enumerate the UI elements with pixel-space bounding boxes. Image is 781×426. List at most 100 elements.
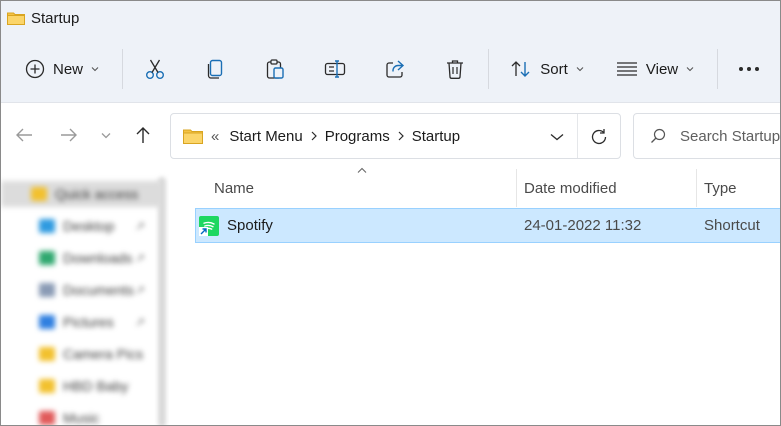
nav-item-icon [39,411,55,425]
new-label: New [52,60,83,78]
nav-item-label: Quick access [55,186,139,202]
more-options-button[interactable] [729,35,769,103]
arrow-right-icon [61,128,77,142]
folder-icon [7,12,25,25]
navigation-pane-scrollbar[interactable] [158,177,166,425]
back-button[interactable] [10,121,38,149]
toolbar-separator [717,49,718,89]
nav-item-label: Downloads [63,250,133,266]
view-icon [616,62,637,76]
nav-item-label: Camera Pics [63,346,144,362]
nav-item[interactable]: Downloads ↗ [1,245,161,271]
chevron-down-icon [550,134,564,141]
sort-label: Sort [540,60,568,78]
column-header-date-modified[interactable]: Date modified [524,171,617,205]
search-icon [651,128,666,143]
nav-item-label: Music [63,410,100,426]
forward-button[interactable] [55,121,83,149]
refresh-button[interactable] [588,126,610,148]
cut-button[interactable] [135,35,175,103]
sort-ascending-icon [357,167,367,173]
view-label: View [645,60,679,78]
file-type: Shortcut [704,217,760,234]
nav-item-icon [39,347,55,361]
arrow-left-icon [16,128,32,142]
address-divider [577,114,578,158]
sort-button[interactable]: Sort [501,35,593,103]
sort-icon [511,61,530,77]
file-row-spotify[interactable]: Spotify 24-01-2022 11:32 Shortcut [195,208,780,243]
rename-button[interactable] [315,35,355,103]
chevron-down-icon [101,132,111,138]
file-list: Name Date modified Type Spotify 24-01-20… [171,167,780,425]
nav-item-icon [39,379,55,393]
nav-item[interactable]: Desktop ↗ [1,213,161,239]
arrow-up-icon [136,127,150,143]
nav-item-label: HBD Baby [63,378,129,394]
refresh-icon [591,129,607,145]
navigation-pane: Quick access Desktop ↗ Downloads ↗ Documents ↗… [1,167,169,426]
nav-item-label: Desktop [63,218,115,234]
chevron-right-icon[interactable] [311,131,317,141]
pin-icon: ↗ [135,315,146,329]
pin-icon: ↗ [135,283,146,297]
search-box[interactable] [633,113,780,159]
explorer-window: Startup New Sort View « Start Menu Progr… [0,0,781,426]
address-bar[interactable]: « Start Menu Programs Startup [170,113,621,159]
breadcrumb-programs[interactable]: Programs [325,128,390,145]
recent-locations-button[interactable] [93,121,119,149]
spotify-shortcut-icon [199,215,219,236]
file-name-cell: Spotify [199,209,273,242]
nav-item[interactable]: Quick access [1,181,161,207]
new-button[interactable]: New [15,35,109,103]
navigation-bar: « Start Menu Programs Startup [1,103,780,167]
pin-icon: ↗ [135,219,146,233]
nav-item-icon [39,315,55,329]
folder-icon [183,129,203,144]
chevron-down-icon [91,67,99,72]
address-dropdown-button[interactable] [547,127,567,147]
share-button[interactable] [375,35,415,103]
column-divider[interactable] [696,169,697,207]
column-divider[interactable] [516,169,517,207]
breadcrumb-overflow[interactable]: « [211,128,219,145]
cut-icon [146,59,164,79]
nav-item-label: Pictures [63,314,114,330]
breadcrumb-startup[interactable]: Startup [412,128,460,145]
column-header-type[interactable]: Type [704,171,737,205]
nav-item-icon [39,283,55,297]
delete-icon [447,60,463,79]
copy-button[interactable] [195,35,235,103]
title-bar: Startup [1,1,780,35]
share-icon [386,60,405,78]
nav-item[interactable]: Pictures ↗ [1,309,161,335]
search-input[interactable] [680,127,780,145]
new-plus-icon [25,59,45,79]
copy-icon [207,59,223,79]
nav-item[interactable]: Camera Pics [1,341,161,367]
toolbar-separator [488,49,489,89]
rename-icon [324,60,346,78]
file-date-modified: 24-01-2022 11:32 [524,217,642,234]
view-button[interactable]: View [605,35,705,103]
window-title: Startup [31,9,80,27]
nav-item-label: Documents [63,282,134,298]
chevron-down-icon [576,67,584,72]
toolbar-separator [122,49,123,89]
nav-item[interactable]: Documents ↗ [1,277,161,303]
breadcrumb-start-menu[interactable]: Start Menu [229,128,302,145]
more-icon [739,67,759,71]
pin-icon: ↗ [135,251,146,265]
paste-button[interactable] [255,35,295,103]
nav-item-icon [39,219,55,233]
nav-item-icon [31,187,47,201]
column-header-name[interactable]: Name [214,171,254,205]
nav-item[interactable]: Music [1,405,161,426]
up-button[interactable] [129,121,157,149]
chevron-right-icon[interactable] [398,131,404,141]
command-bar: New Sort View [1,35,780,103]
chevron-down-icon [686,67,694,72]
nav-item-icon [39,251,55,265]
delete-button[interactable] [435,35,475,103]
nav-item[interactable]: HBD Baby [1,373,161,399]
